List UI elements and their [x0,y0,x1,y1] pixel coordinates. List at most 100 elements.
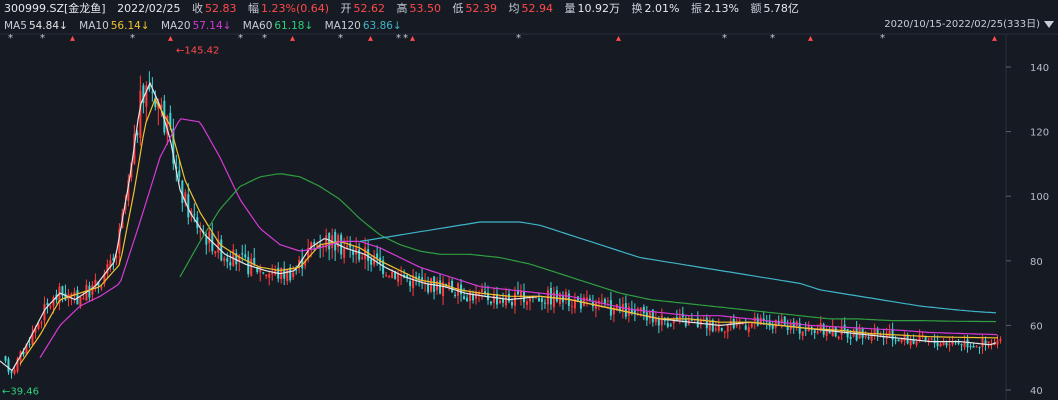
candle-body [537,297,540,302]
quote-date: 2022/02/25 [117,2,181,15]
close-label: 收 [192,2,203,15]
candle-body [463,296,466,300]
candle-body [606,300,609,302]
candle-body [570,305,573,307]
candle-body [268,273,271,278]
candle-body [262,272,265,274]
ma60-line [179,173,997,323]
candle-body [600,300,603,302]
event-marker-icon: * [262,33,267,44]
range-selector[interactable]: 2020/10/15-2022/02/25(333日) [884,18,1054,32]
candle-body [421,277,424,280]
candle-body [657,319,660,326]
ma5-label: MA5 [4,20,27,32]
candle-body [708,320,711,331]
candle-body [286,268,289,281]
candle-body [555,290,558,302]
candle-body [603,299,606,304]
candle-body [720,327,723,331]
candle-body [936,342,939,346]
candle-body [226,258,229,262]
event-marker-icon: * [770,33,775,44]
candle-body [579,299,582,309]
candle-body [82,298,85,300]
candle-body [804,329,807,331]
candle-body [942,341,945,346]
candle-body [504,295,507,306]
event-marker-icon: ▴ [168,33,173,44]
candle-body [40,322,43,324]
avg-label: 均 [508,2,520,15]
candle-body [699,320,702,325]
candle-body [705,317,708,329]
candle-body [499,300,502,304]
amplitude-value: 2.13% [703,2,739,15]
event-marker-icon: ▴ [70,33,75,44]
event-marker-icon: * [338,33,343,44]
candle-body [948,344,951,346]
high-annotation: ←145.42 [176,45,219,56]
event-marker-icon: ▴ [992,33,997,44]
y-tick-label: 40 [1030,386,1043,397]
amplitude-label: 振 [690,2,702,15]
candle-body [912,339,915,344]
candle-body [364,247,367,260]
ma60-label: MA60 [242,20,273,32]
high-value: 53.50 [409,2,442,15]
y-tick-label: 120 [1030,128,1049,139]
ma10-label: MA10 [79,20,109,32]
turnover-value: 2.01% [644,2,680,15]
candle-body [960,344,963,346]
event-marker-icon: ▴ [290,33,295,44]
candle-body [139,90,142,138]
change-label: 幅 [248,2,259,15]
quote-info-bar: 300999.SZ[金龙鱼] 2022/02/25 收 52.83 幅 1.23%(… [0,0,799,18]
candle-body [391,271,394,278]
ma60-value: 61.18↓ [274,20,314,32]
candle-body [292,272,295,278]
candle-body [253,257,256,265]
candle-body [199,231,202,233]
candle-body [510,302,513,306]
candle-body [334,231,337,251]
candle-body [543,302,546,304]
candle-body [978,347,981,349]
candle-body [10,371,13,374]
candle-body [915,341,918,345]
candle-body [939,343,942,347]
kline-chart[interactable]: 406080100120140* * ▴ * ▴ * * ▴ * ▴ * * ▴ * ▴ * * ▴ * ▴←145.… [0,0,1058,400]
turnover-label: 换 [631,2,643,15]
candle-body [735,324,738,326]
candle-body [484,291,487,294]
candle-body [816,331,819,334]
event-marker-icon: * [396,33,401,44]
candle-body [229,262,232,266]
candle-body [214,250,217,254]
candle-body [717,325,720,331]
candle-body [388,276,391,278]
candle-body [747,327,750,333]
candle-body [507,293,510,302]
ma5-value: 54.84↓ [28,20,68,32]
candle-body [466,297,469,302]
candle-body [792,321,795,327]
candle-body [28,344,31,346]
avg-value: 52.94 [521,2,554,15]
candle-body [774,319,777,328]
candle-body [343,248,346,258]
candle-body [888,331,891,337]
candle-body [756,317,759,326]
change-value: 1.23%(0.64) [261,2,330,15]
dropdown-arrow-icon [1044,20,1054,28]
event-marker-icon: ▴ [368,33,373,44]
candle-body [864,335,867,338]
ma20-value: 57.14↓ [192,20,232,32]
candle-body [496,294,499,305]
candle-body [370,259,373,265]
candle-body [783,316,786,325]
event-marker-icon: * [238,33,243,44]
candle-body [726,325,729,332]
candle-body [813,330,816,333]
amount-label: 额 [750,2,762,15]
candle-body [987,341,990,344]
